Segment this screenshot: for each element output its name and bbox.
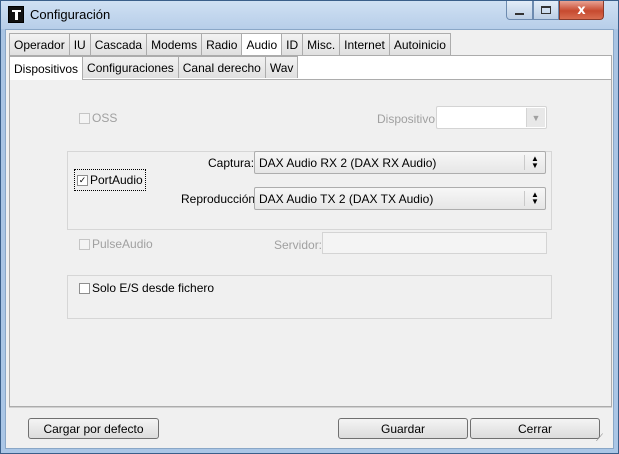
- device-combo[interactable]: ▼: [436, 106, 547, 129]
- portaudio-checkbox[interactable]: ✓ PortAudio: [74, 169, 146, 191]
- tab-cascada[interactable]: Cascada: [89, 33, 148, 55]
- footer-divider: [9, 407, 612, 408]
- title-bar[interactable]: Configuración x: [1, 1, 618, 29]
- close-window-button[interactable]: x: [559, 1, 604, 20]
- tab-audio[interactable]: Audio: [241, 33, 283, 55]
- tab-internet[interactable]: Internet: [339, 33, 390, 55]
- config-window: Configuración x Operador IU Cascada Mode…: [0, 0, 619, 454]
- oss-checkbox[interactable]: OSS: [79, 111, 117, 125]
- pulseaudio-checkbox-label: PulseAudio: [92, 237, 153, 251]
- chevron-down-icon[interactable]: ▼: [526, 108, 545, 127]
- load-defaults-button[interactable]: Cargar por defecto: [28, 418, 159, 439]
- tab-iu[interactable]: IU: [68, 33, 91, 55]
- resize-grip-icon[interactable]: ⟋: [596, 433, 603, 444]
- tab-configuraciones[interactable]: Configuraciones: [82, 56, 179, 78]
- maximize-icon: [541, 6, 551, 14]
- main-tab-bar: Operador IU Cascada Modems Radio Audio I…: [9, 33, 451, 55]
- portaudio-checkbox-box[interactable]: ✓: [77, 174, 88, 186]
- spinner-arrows-icon: ▲ ▼: [531, 154, 539, 170]
- app-icon: [8, 6, 24, 23]
- tab-dispositivos[interactable]: Dispositivos: [9, 56, 84, 80]
- pulseaudio-checkbox[interactable]: PulseAudio: [79, 237, 153, 251]
- audio-sub-tab-bar: Dispositivos Configuraciones Canal derec…: [9, 56, 299, 80]
- server-label: Servidor:: [274, 238, 323, 252]
- device-label: Dispositivo:: [377, 112, 439, 126]
- tab-radio[interactable]: Radio: [201, 33, 243, 55]
- dispositivos-page: OSS Dispositivo: ▼ ✓ PortAudio Captura: …: [9, 79, 612, 407]
- close-button[interactable]: Cerrar: [470, 418, 600, 439]
- capture-value: DAX Audio RX 2 (DAX RX Audio): [259, 155, 437, 170]
- tab-misc[interactable]: Misc.: [302, 33, 341, 55]
- oss-checkbox-box[interactable]: [79, 112, 90, 124]
- solo-file-io-checkbox-label: Solo E/S desde fichero: [92, 281, 215, 295]
- dialog-client-area: Operador IU Cascada Modems Radio Audio I…: [5, 29, 614, 449]
- oss-checkbox-label: OSS: [92, 111, 118, 125]
- window-title: Configuración: [30, 7, 111, 22]
- solo-file-io-checkbox-box[interactable]: [79, 282, 90, 294]
- tab-canal-derecho[interactable]: Canal derecho: [177, 56, 266, 78]
- capture-combo[interactable]: DAX Audio RX 2 (DAX RX Audio) ▲ ▼: [254, 151, 546, 174]
- maximize-button[interactable]: [533, 1, 559, 20]
- tab-autoinicio[interactable]: Autoinicio: [388, 33, 451, 55]
- solo-file-io-checkbox[interactable]: Solo E/S desde fichero: [79, 281, 214, 295]
- close-icon: x: [577, 2, 586, 18]
- capture-label: Captura:: [208, 156, 255, 170]
- tab-id[interactable]: ID: [281, 33, 304, 55]
- save-button[interactable]: Guardar: [338, 418, 468, 439]
- server-input[interactable]: [322, 232, 547, 254]
- playback-combo[interactable]: DAX Audio TX 2 (DAX TX Audio) ▲ ▼: [254, 187, 546, 210]
- minimize-button[interactable]: [506, 1, 533, 20]
- tab-modems[interactable]: Modems: [146, 33, 203, 55]
- spinner-arrows-icon: ▲ ▼: [531, 190, 539, 206]
- portaudio-checkbox-label: PortAudio: [90, 173, 143, 187]
- pulseaudio-checkbox-box[interactable]: [79, 238, 90, 250]
- playback-value: DAX Audio TX 2 (DAX TX Audio): [259, 191, 434, 206]
- tab-wav[interactable]: Wav: [264, 56, 299, 78]
- tab-operador[interactable]: Operador: [9, 33, 70, 55]
- playback-label: Reproducción:: [181, 192, 259, 206]
- minimize-icon: [515, 12, 524, 15]
